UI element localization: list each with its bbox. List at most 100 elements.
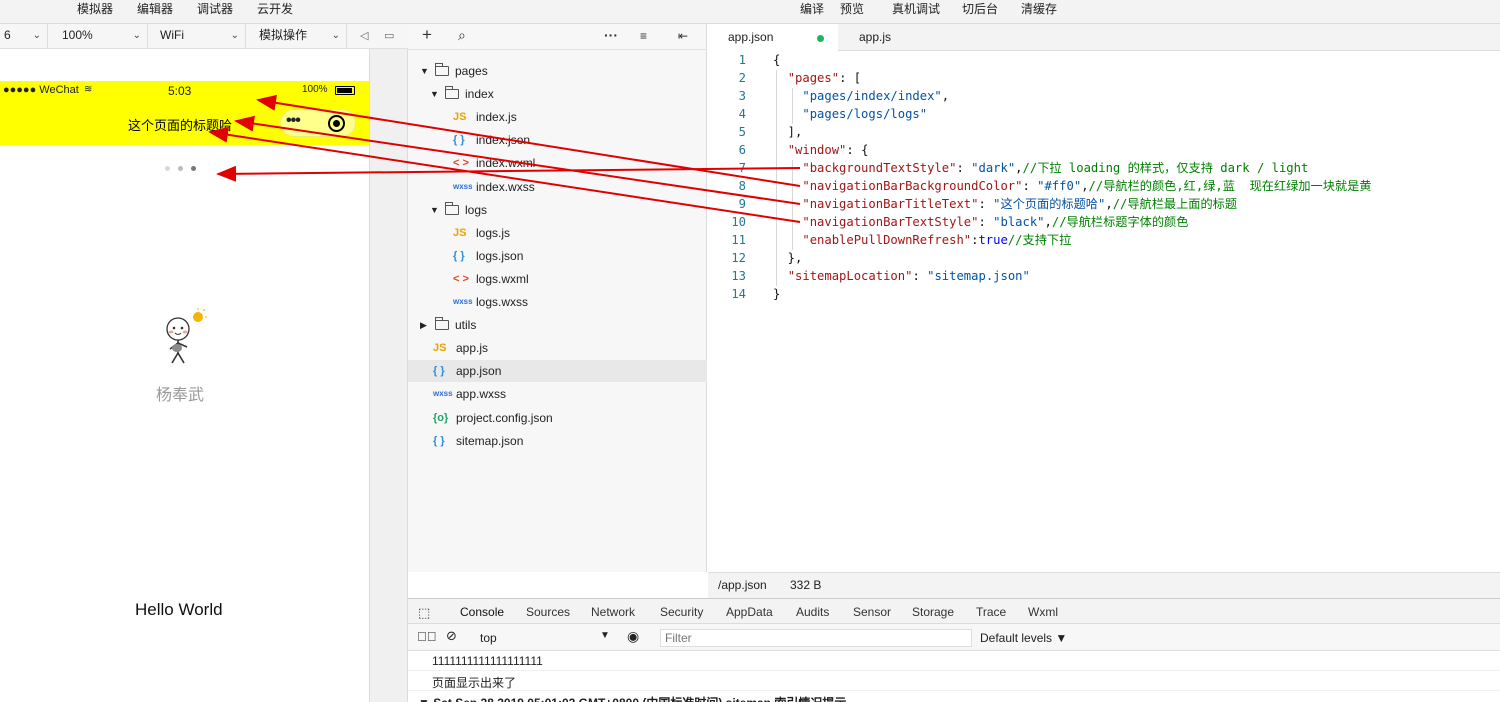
wxss-file-icon: wxss (453, 181, 473, 191)
device-select[interactable]: 6 ⌄ (0, 24, 48, 49)
tab-storage[interactable]: Storage (912, 605, 954, 619)
loading-dot (165, 166, 170, 171)
modified-dot-icon (817, 35, 824, 42)
wxml-file-icon: < > (453, 272, 469, 285)
real-device-debug-button[interactable]: 真机调试 (892, 0, 940, 18)
tree-item-index[interactable]: ▼ index (0, 83, 494, 105)
search-icon[interactable]: ⌕ (458, 27, 466, 44)
chevron-down-icon[interactable]: ▼ (600, 630, 610, 641)
tab-console[interactable]: Console (460, 605, 505, 626)
tree-item-sitemap-json[interactable]: { } sitemap.json (0, 430, 523, 452)
menu-cloud[interactable]: 云开发 (257, 0, 293, 18)
simulator-screen: ●●●●● WeChat ≋ 5:03 100% 这个页面的标题哈 ••• 杨奉… (0, 49, 369, 702)
code-line[interactable]: "pages": [ (773, 69, 861, 87)
caret-down-icon[interactable]: ▼ (420, 60, 430, 82)
code-line[interactable]: "backgroundTextStyle": "dark",//下拉 loadi… (773, 159, 1308, 177)
inspect-icon[interactable]: ⬚ (418, 605, 430, 621)
line-number: 1 (738, 53, 746, 67)
volume-icon[interactable]: ◁ (360, 24, 368, 49)
tree-item-logs-wxml[interactable]: < > logs.wxml (0, 268, 529, 290)
caret-right-icon[interactable]: ▶ (420, 314, 430, 336)
avatar (166, 308, 207, 364)
code-line[interactable]: "navigationBarTitleText": "这个页面的标题哈",//导… (773, 195, 1237, 213)
tree-item-label: app.js (456, 341, 489, 356)
tree-item-utils[interactable]: ▶ utils (0, 314, 476, 336)
more-icon[interactable]: ··· (604, 27, 618, 43)
network-select[interactable]: WiFi ⌄ (156, 24, 246, 49)
tree-item-index-wxml[interactable]: < > index.wxml (0, 152, 535, 174)
tab-sensor[interactable]: Sensor (853, 605, 891, 619)
code-line[interactable]: "window": { (773, 141, 869, 159)
js-file-icon: JS (453, 226, 467, 239)
tab-app-json[interactable]: app.json (708, 24, 838, 51)
log-levels-select[interactable]: Default levels ▼ (980, 631, 1067, 645)
top-menu-bar: 模拟器 编辑器 调试器 云开发 编译 预览 真机调试 切后台 清缓存 (0, 0, 1500, 24)
tree-item-label: logs.wxml (476, 271, 529, 286)
tree-item-index-js[interactable]: JS index.js (0, 106, 517, 128)
tree-item-logs-wxss[interactable]: wxss logs.wxss (0, 291, 528, 313)
code-line[interactable]: "pages/index/index", (773, 87, 949, 105)
tree-item-logs[interactable]: ▼ logs (0, 199, 487, 221)
code-line[interactable]: "navigationBarBackgroundColor": "#ff0",/… (773, 177, 1371, 195)
code-editor[interactable] (708, 51, 1500, 572)
code-line[interactable]: { (773, 51, 780, 69)
tab-wxml[interactable]: Wxml (1028, 605, 1058, 619)
line-number: 12 (731, 251, 746, 265)
split-icon[interactable]: ⇤ (678, 29, 688, 43)
tree-item-app-wxss[interactable]: wxss app.wxss (0, 383, 506, 405)
tree-item-pages[interactable]: ▼ pages (0, 60, 488, 82)
tree-item-logs-json[interactable]: { } logs.json (0, 245, 523, 267)
tab-app-js[interactable]: app.js (838, 24, 938, 51)
tab-network[interactable]: Network (591, 605, 635, 619)
menu-debugger[interactable]: 调试器 (197, 0, 233, 18)
preview-button[interactable]: 预览 (840, 0, 864, 18)
caret-down-icon[interactable]: ▼ (430, 199, 440, 221)
sidebar-toggle-icon[interactable]: ▸⃞ (417, 629, 437, 644)
menu-editor[interactable]: 编辑器 (137, 0, 173, 18)
context-select[interactable]: top (480, 631, 497, 645)
background-button[interactable]: 切后台 (962, 0, 998, 18)
console-filter-input[interactable] (660, 629, 972, 647)
code-line[interactable]: "enablePullDownRefresh":true//支持下拉 (773, 231, 1071, 249)
collapse-icon[interactable]: ≡ (640, 29, 647, 43)
tab-appdata[interactable]: AppData (726, 605, 773, 619)
code-line[interactable]: }, (773, 249, 803, 267)
tab-trace[interactable]: Trace (976, 605, 1006, 619)
json-file-icon: { } (453, 249, 465, 262)
caret-down-icon[interactable]: ▼ (430, 83, 440, 105)
status-bar: ●●●●● WeChat ≋ 5:03 100% (0, 81, 369, 101)
tree-item-index-json[interactable]: { } index.json (0, 129, 530, 151)
code-line[interactable]: "sitemapLocation": "sitemap.json" (773, 267, 1030, 285)
close-target-icon[interactable] (328, 115, 345, 132)
tab-sources[interactable]: Sources (526, 605, 570, 619)
window-icon[interactable]: ▭ (384, 24, 394, 49)
capsule-menu[interactable]: ••• (280, 109, 356, 137)
add-icon[interactable]: + (422, 25, 432, 45)
tree-item-label: project.config.json (456, 410, 553, 425)
tree-item-app-json[interactable]: { } app.json (0, 360, 501, 382)
clear-cache-button[interactable]: 清缓存 (1021, 0, 1057, 18)
code-line[interactable]: "navigationBarTextStyle": "black",//导航栏标… (773, 213, 1188, 231)
tree-item-project-config-json[interactable]: {o} project.config.json (0, 407, 553, 429)
folder-icon (435, 63, 449, 76)
tab-security[interactable]: Security (660, 605, 703, 619)
code-line[interactable]: } (773, 285, 780, 303)
line-number: 6 (738, 143, 746, 157)
clear-console-icon[interactable]: ⊘ (446, 628, 457, 644)
code-line[interactable]: "pages/logs/logs" (773, 105, 927, 123)
code-line[interactable]: ], (773, 123, 803, 141)
zoom-select[interactable]: 100% ⌄ (58, 24, 148, 49)
tree-item-app-js[interactable]: JS app.js (0, 337, 488, 359)
tab-audits[interactable]: Audits (796, 605, 829, 619)
log-text: 页面显示出来了 (432, 676, 517, 690)
eye-icon[interactable]: ◉ (627, 628, 639, 645)
console-log-group[interactable]: ▼ Sat Sep 28 2019 05:01:02 GMT+0800 (中国标… (408, 691, 1500, 702)
tree-item-index-wxss[interactable]: wxss index.wxss (0, 176, 535, 198)
compile-button[interactable]: 编译 (800, 0, 824, 18)
config-file-icon: {o} (433, 411, 449, 424)
tab-label: app.json (728, 30, 774, 44)
more-icon[interactable]: ••• (286, 112, 301, 130)
tree-item-logs-js[interactable]: JS logs.js (0, 222, 510, 244)
menu-simulator[interactable]: 模拟器 (77, 0, 113, 18)
operation-select[interactable]: 模拟操作 ⌄ (255, 24, 347, 49)
